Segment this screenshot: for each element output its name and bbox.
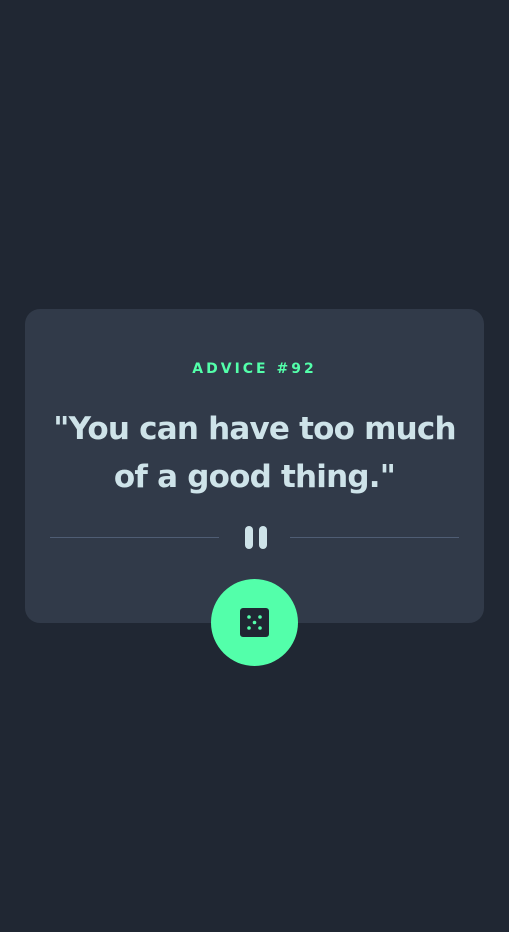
divider-line-right bbox=[290, 537, 459, 538]
pause-icon bbox=[240, 526, 270, 549]
advice-card: ADVICE #92 "You can have too much of a g… bbox=[25, 309, 484, 623]
advice-quote: "You can have too much of a good thing." bbox=[53, 411, 456, 495]
dice-icon bbox=[240, 608, 269, 637]
advice-number: ADVICE #92 bbox=[192, 361, 317, 377]
divider-line-left bbox=[50, 537, 219, 538]
pattern-divider bbox=[50, 524, 459, 550]
new-advice-button[interactable] bbox=[211, 579, 298, 666]
